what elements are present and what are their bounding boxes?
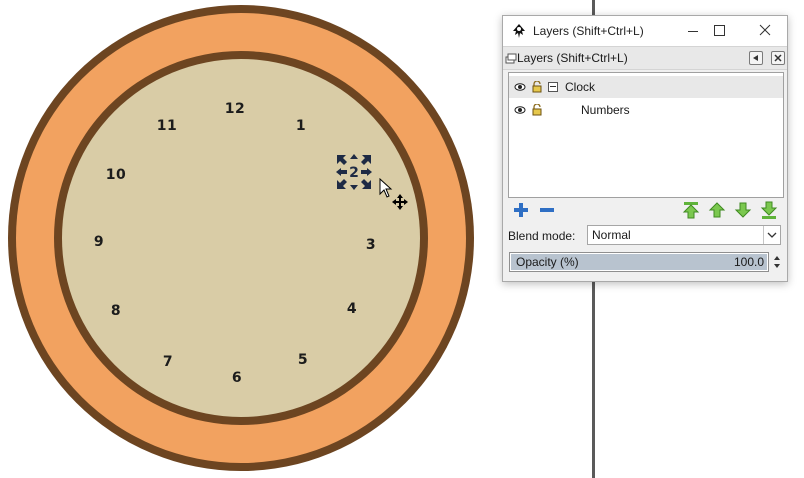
clock-number-2-selected: 2 <box>349 165 359 181</box>
chevron-down-icon <box>763 226 777 244</box>
clock-number-11[interactable]: 11 <box>152 118 182 134</box>
clock-number-3[interactable]: 3 <box>356 237 386 253</box>
opacity-slider[interactable]: Opacity (%) 100.0 <box>509 252 769 272</box>
clock-number-4[interactable]: 4 <box>337 301 367 317</box>
clock-number-6[interactable]: 6 <box>222 370 252 386</box>
mouse-pointer-icon <box>379 178 393 198</box>
clock-number-1[interactable]: 1 <box>286 118 316 134</box>
minimize-button[interactable] <box>683 21 703 41</box>
eye-icon[interactable] <box>514 105 526 115</box>
raise-to-top-icon[interactable] <box>681 200 701 220</box>
spin-up-icon <box>774 256 780 260</box>
minimize-icon <box>688 31 698 32</box>
layers-dialog[interactable]: Layers (Shift+Ctrl+L) Layers (Shift+Ctrl… <box>502 15 788 282</box>
lower-layer-icon[interactable] <box>733 200 753 220</box>
add-layer-icon[interactable] <box>511 200 531 220</box>
window-title: Layers (Shift+Ctrl+L) <box>533 24 644 38</box>
dock-toggle-button[interactable] <box>749 51 763 65</box>
unlock-icon[interactable] <box>532 81 542 93</box>
maximize-icon <box>714 25 725 36</box>
spin-down-icon <box>774 264 780 268</box>
clock-number-5[interactable]: 5 <box>288 352 318 368</box>
layer-name-numbers[interactable]: Numbers <box>581 103 630 117</box>
clock-number-9[interactable]: 9 <box>84 234 114 250</box>
selected-number-handles[interactable]: 2 <box>336 154 372 190</box>
blend-mode-value: Normal <box>592 228 631 242</box>
close-button[interactable] <box>755 21 775 41</box>
layer-row-clock[interactable]: Clock <box>509 76 783 98</box>
collapse-toggle[interactable] <box>548 82 558 92</box>
clock-number-7[interactable]: 7 <box>153 354 183 370</box>
unlock-icon[interactable] <box>532 104 542 116</box>
raise-layer-icon[interactable] <box>707 200 727 220</box>
window-titlebar[interactable]: Layers (Shift+Ctrl+L) <box>503 16 787 46</box>
lower-to-bottom-icon[interactable] <box>759 200 779 220</box>
panel-title: Layers (Shift+Ctrl+L) <box>517 51 628 65</box>
clock-number-8[interactable]: 8 <box>101 303 131 319</box>
eye-icon[interactable] <box>514 82 526 92</box>
opacity-label: Opacity (%) <box>516 255 579 269</box>
blend-mode-select[interactable]: Normal <box>587 225 781 245</box>
maximize-button[interactable] <box>709 21 729 41</box>
layer-name-clock[interactable]: Clock <box>565 80 595 94</box>
opacity-spin-buttons[interactable] <box>771 252 783 272</box>
blend-mode-label: Blend mode: <box>508 229 576 243</box>
panel-close-button[interactable] <box>771 51 785 65</box>
clock-number-12[interactable]: 12 <box>220 101 250 117</box>
remove-layer-icon[interactable] <box>537 200 557 220</box>
layer-list[interactable]: Clock Numbers <box>508 72 784 198</box>
layer-toolbar <box>503 200 787 222</box>
inkscape-logo-icon <box>513 24 525 38</box>
close-icon <box>774 54 782 62</box>
clock-number-10[interactable]: 10 <box>101 167 131 183</box>
layer-row-numbers[interactable]: Numbers <box>509 99 783 121</box>
move-cursor-icon <box>392 194 408 210</box>
opacity-value: 100.0 <box>733 255 764 269</box>
close-icon <box>759 24 771 36</box>
layers-panel-header: Layers (Shift+Ctrl+L) <box>503 46 787 70</box>
triangle-left-icon <box>753 55 758 61</box>
layers-icon <box>505 53 517 64</box>
